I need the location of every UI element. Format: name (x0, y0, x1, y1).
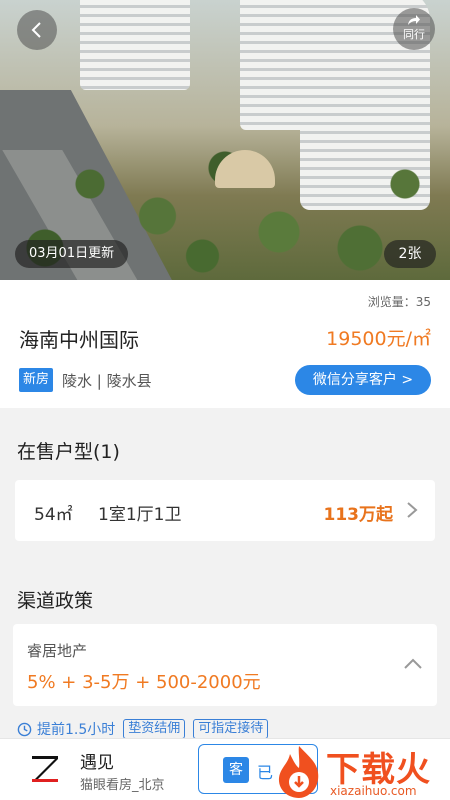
share-label: 同行 (403, 28, 425, 41)
share-button[interactable]: 同行 (393, 8, 435, 50)
chevron-right-icon (407, 502, 418, 518)
agent-company: 猫眼看房_北京 (80, 778, 165, 793)
wechat-share-button[interactable]: 微信分享客户 > (295, 365, 431, 395)
hero-tower (80, 0, 190, 90)
share-arrow-icon (408, 15, 420, 25)
policy-tag: 垫资结佣 (123, 719, 186, 739)
watermark-url: xiazaihuo.com (330, 784, 417, 798)
policy-tags: 提前1.5小时 垫资结佣 可指定接待 (17, 718, 276, 740)
unit-layout: 1室1厅1卫 (98, 505, 182, 525)
unit-area: 54㎡ (34, 505, 73, 525)
policy-tag: 提前1.5小时 (37, 722, 116, 738)
agent-name: 遇见 (80, 753, 114, 773)
policy-tag: 可指定接待 (193, 719, 269, 739)
agency-logo-icon (32, 756, 58, 782)
units-section-title: 在售户型(1) (17, 441, 120, 463)
chevron-left-icon (31, 22, 41, 38)
property-type-tag: 新房 (19, 368, 53, 392)
policy-agency-name: 睿居地产 (27, 642, 88, 660)
policy-card[interactable]: 睿居地产 5% + 3-5万 + 500-2000元 (13, 624, 437, 706)
policy-commission: 5% + 3-5万 + 500-2000元 (27, 672, 261, 693)
unit-type-row[interactable]: 54㎡ 1室1厅1卫 113万起 (15, 480, 435, 541)
watermark: 下载火 xiazaihuo.com (270, 742, 450, 800)
customer-icon: 客 (223, 757, 249, 783)
update-date-badge: 03月01日更新 (15, 240, 129, 268)
back-button[interactable] (17, 10, 57, 50)
hero-image[interactable] (0, 0, 450, 280)
flame-logo-icon (278, 746, 319, 798)
project-price: 19500元/㎡ (326, 328, 431, 350)
clock-icon (17, 722, 32, 736)
project-name: 海南中州国际 (19, 328, 139, 352)
image-count-badge[interactable]: 2张 (384, 240, 436, 268)
unit-price: 113万起 (323, 505, 394, 525)
view-count: 浏览量：35 (367, 295, 431, 309)
policy-section-title: 渠道政策 (17, 590, 94, 612)
project-location: 陵水 | 陵水县 (62, 372, 152, 390)
chevron-up-icon[interactable] (403, 656, 423, 670)
project-info-card: 浏览量：35 海南中州国际 19500元/㎡ 新房 陵水 | 陵水县 微信分享客… (0, 280, 450, 408)
